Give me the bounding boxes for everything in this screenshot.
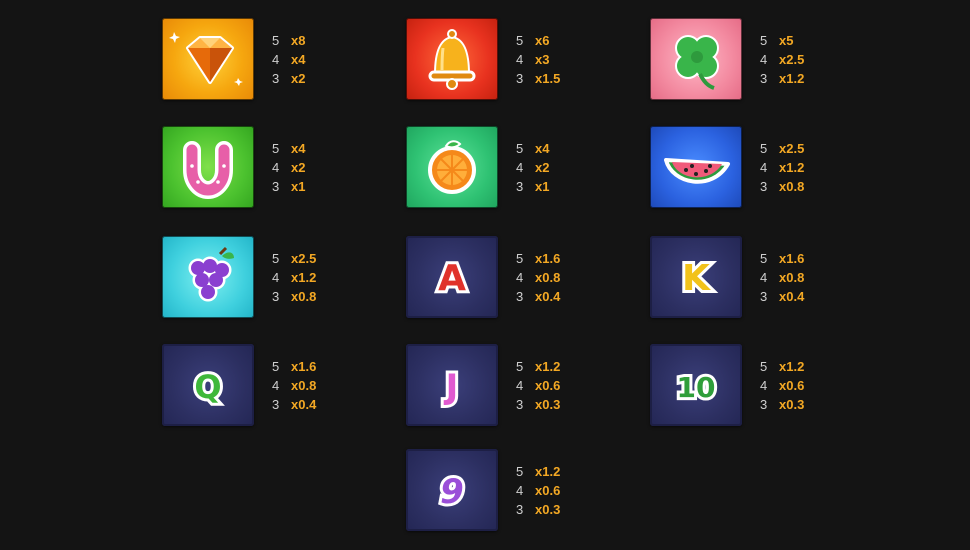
pay-row: 5 x4	[516, 141, 550, 156]
pay-row: 5 x1.2	[516, 359, 561, 374]
pay-row: 5 x2.5	[272, 251, 317, 266]
pay-row: 3 x1.2	[760, 71, 805, 86]
pay-row: 4 x2	[272, 160, 306, 175]
pay-row: 4 x2	[516, 160, 550, 175]
pay-row: 5 x1.2	[760, 359, 805, 374]
jack-letter: J	[444, 367, 459, 407]
symbol-queen: Q Q 5 x1.6 4 x0.8 3 x0.4	[162, 344, 402, 434]
pay-row: 5 x6	[516, 33, 550, 48]
pay-row: 3 x0.8	[272, 289, 317, 304]
pay-row: 4 x1.2	[272, 270, 317, 285]
pay-row: 5 x1.6	[516, 251, 561, 266]
orange-icon	[406, 126, 498, 208]
pay-row: 5 x4	[272, 141, 306, 156]
grapes-icon	[162, 236, 254, 318]
jack-letter-icon: J J	[406, 344, 498, 426]
watermelon-icon	[650, 126, 742, 208]
symbol-horseshoe: 5 x4 4 x2 3 x1	[162, 126, 402, 216]
pay-row: 3 x0.3	[760, 397, 805, 412]
symbol-grapes: 5 x2.5 4 x1.2 3 x0.8	[162, 236, 402, 326]
symbol-watermelon: 5 x2.5 4 x1.2 3 x0.8	[650, 126, 890, 216]
symbol-orange: 5 x4 4 x2 3 x1	[406, 126, 646, 216]
symbol-clover: 5 x5 4 x2.5 3 x1.2	[650, 18, 890, 108]
pay-row: 4 x0.8	[516, 270, 561, 285]
pay-row: 3 x2	[272, 71, 306, 86]
symbol-bell: 5 x6 4 x3 3 x1.5	[406, 18, 646, 108]
bell-icon	[406, 18, 498, 100]
pay-row: 4 x0.8	[760, 270, 805, 285]
pay-row: 4 x0.6	[516, 483, 561, 498]
pay-row: 5 x2.5	[760, 141, 805, 156]
symbol-ace: A A 5 x1.6 4 x0.8 3 x0.4	[406, 236, 646, 326]
pay-row: 4 x1.2	[760, 160, 805, 175]
symbol-ten: 10 10 5 x1.2 4 x0.6 3 x0.3	[650, 344, 890, 434]
pay-row: 3 x0.4	[516, 289, 561, 304]
pay-row: 5 x5	[760, 33, 794, 48]
pay-row: 4 x0.6	[516, 378, 561, 393]
symbol-diamond: 5 x8 4 x4 3 x2	[162, 18, 402, 108]
ace-letter: A	[438, 258, 466, 299]
pay-row: 3 x0.4	[272, 397, 317, 412]
queen-letter-icon: Q Q	[162, 344, 254, 426]
pay-row: 3 x1	[516, 179, 550, 194]
pay-row: 4 x0.6	[760, 378, 805, 393]
pay-row: 4 x3	[516, 52, 550, 67]
ten-letter: 10	[677, 371, 716, 404]
nine-letter-icon: 9 9	[406, 449, 498, 531]
queen-letter: Q	[194, 368, 221, 406]
pay-row: 3 x1	[272, 179, 306, 194]
nine-letter: 9	[440, 472, 464, 512]
pay-row: 4 x4	[272, 52, 306, 67]
king-letter-icon: K K	[650, 236, 742, 318]
pay-row: 3 x0.3	[516, 502, 561, 517]
pay-row: 3 x0.4	[760, 289, 805, 304]
king-letter: K	[682, 258, 711, 299]
pay-row: 5 x1.6	[272, 359, 317, 374]
pay-row: 3 x1.5	[516, 71, 561, 86]
diamond-icon	[162, 18, 254, 100]
ten-letter-icon: 10 10	[650, 344, 742, 426]
symbol-nine: 9 9 5 x1.2 4 x0.6 3 x0.3	[406, 449, 646, 539]
ace-letter-icon: A A	[406, 236, 498, 318]
pay-row: 5 x8	[272, 33, 306, 48]
pay-row: 3 x0.8	[760, 179, 805, 194]
horseshoe-icon	[162, 126, 254, 208]
pay-row: 5 x1.2	[516, 464, 561, 479]
pay-row: 4 x0.8	[272, 378, 317, 393]
pay-row: 4 x2.5	[760, 52, 805, 67]
clover-icon	[650, 18, 742, 100]
symbol-king: K K 5 x1.6 4 x0.8 3 x0.4	[650, 236, 890, 326]
pay-row: 3 x0.3	[516, 397, 561, 412]
pay-row: 5 x1.6	[760, 251, 805, 266]
symbol-jack: J J 5 x1.2 4 x0.6 3 x0.3	[406, 344, 646, 434]
